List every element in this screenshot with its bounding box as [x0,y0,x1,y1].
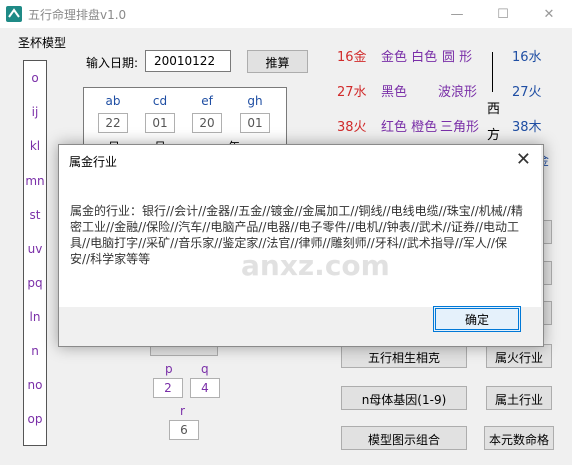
direction-label: 西方 [487,102,501,143]
p-value: 2 [153,378,183,398]
row1-colors: 金色 白色 [381,50,438,65]
header-gh: gh [247,94,263,108]
ok-button[interactable]: 确定 [433,306,521,332]
p-label: p [165,362,173,376]
row2-number: 27水 [337,85,367,100]
row2-shape: 波浪形 [438,85,478,100]
date-input[interactable]: 20010122 [145,50,231,72]
dialog-title-bar: 属金行业 ✕ [59,145,541,175]
window-title: 五行命理排盘v1.0 [28,8,127,22]
model-item-pq[interactable]: pq [24,276,46,290]
model-item-o[interactable]: o [24,71,46,85]
minimize-button[interactable]: — [434,0,480,28]
calculate-button[interactable]: 推算 [247,50,308,73]
model-combo-button[interactable]: 模型图示组合 [341,426,467,450]
value-ef: 20 [192,113,222,133]
model-item-uv[interactable]: uv [24,242,46,256]
close-button[interactable]: ✕ [526,0,572,28]
app-icon [6,6,22,22]
model-item-op[interactable]: op [24,412,46,426]
model-list: o ij kl mn st uv pq ln n no op [23,60,47,446]
fire-industry-button[interactable]: 属火行业 [486,344,552,368]
row2-right: 27火 [512,85,542,100]
header-cd: cd [152,94,168,108]
groupbox-title: 圣杯模型 [18,36,67,50]
dialog-title: 属金行业 [69,155,118,169]
watermark: anxz.com [241,249,390,282]
row1-right: 16水 [512,50,542,65]
wuxing-button[interactable]: 五行相生相克 [341,344,467,368]
row3-colors: 红色 橙色 [381,120,438,135]
date-label: 输入日期: [86,56,139,70]
model-item-kl[interactable]: kl [24,139,46,153]
row3-shape: 三角形 [440,120,480,135]
row3-right: 38木 [512,120,542,135]
value-gh: 01 [240,113,270,133]
title-bar: 五行命理排盘v1.0 — ☐ ✕ [0,0,572,28]
ben-yuan-button[interactable]: 本元数命格 [484,426,554,450]
model-item-st[interactable]: st [24,208,46,222]
q-value: 4 [190,378,220,398]
row1-number: 16金 [337,50,367,65]
header-ef: ef [201,94,213,108]
model-item-n[interactable]: n [24,344,46,358]
header-ab: ab [105,94,121,108]
value-cd: 01 [145,113,175,133]
model-item-no[interactable]: no [24,378,46,392]
earth-industry-button[interactable]: 属土行业 [486,386,552,410]
maximize-button[interactable]: ☐ [480,0,526,28]
row3-number: 38火 [337,120,367,135]
mother-base-button[interactable]: n母体基因(1-9) [341,386,467,410]
model-item-ln[interactable]: ln [24,310,46,324]
row2-colors: 黑色 [381,85,408,100]
q-label: q [201,362,209,376]
divider-line [492,52,493,92]
message-dialog: 属金行业 ✕ 属金的行业：银行//会计//金器//五金//镀金//金属加工//铜… [58,144,544,347]
r-label: r [180,404,185,418]
value-ab: 22 [98,113,128,133]
model-item-ij[interactable]: ij [24,105,46,119]
model-item-mn[interactable]: mn [24,174,46,188]
r-value: 6 [169,420,199,440]
dialog-close-button[interactable]: ✕ [516,149,531,170]
row1-shape: 圆 形 [442,50,473,65]
